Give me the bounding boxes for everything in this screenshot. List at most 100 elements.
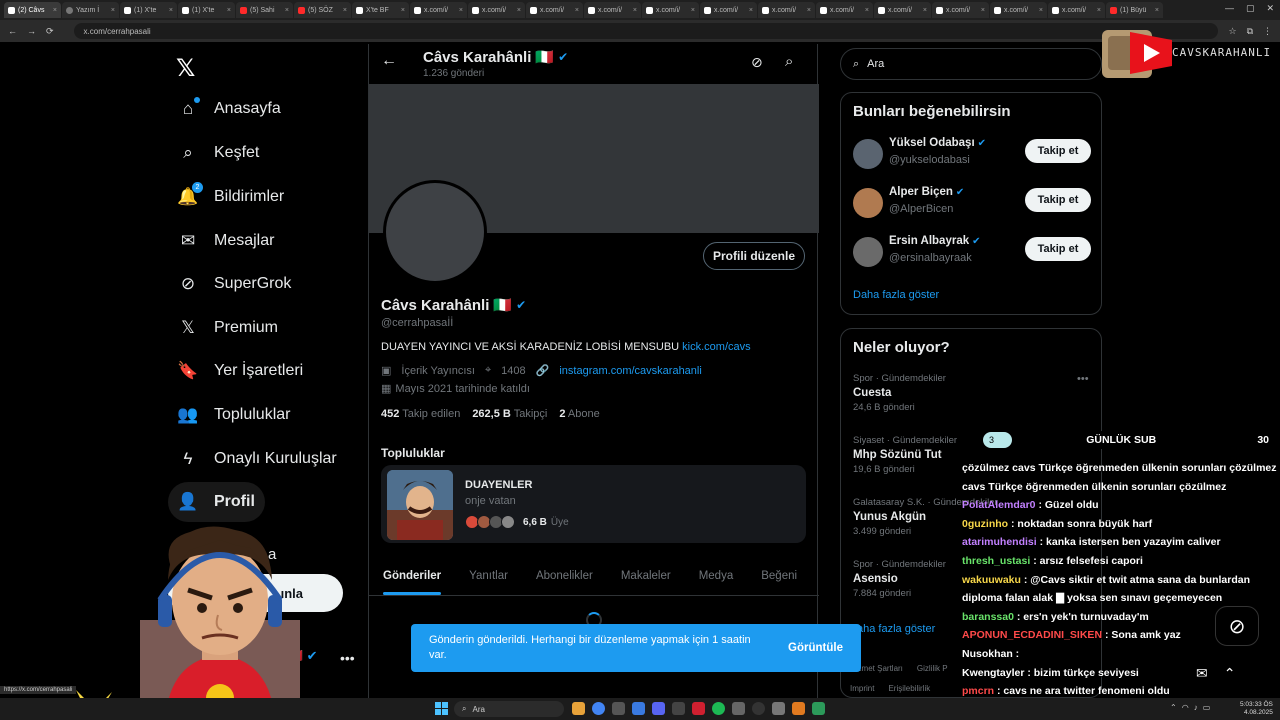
nav-item-supergrok[interactable]: ⊘ SuperGrok: [168, 264, 301, 304]
taskbar-search[interactable]: ⌕ Ara: [454, 701, 564, 717]
nav-item-bookmarks[interactable]: 🔖 Yer İşaretleri: [168, 351, 313, 391]
nav-item-explore[interactable]: ⌕ Keşfet: [168, 133, 269, 173]
tab-close-icon[interactable]: ×: [1155, 7, 1159, 14]
browser-tab[interactable]: (1) Büyü ×: [1106, 2, 1163, 18]
browser-tab[interactable]: (1) X'te ×: [120, 2, 177, 18]
browser-tab[interactable]: x.com/i/ ×: [700, 2, 757, 18]
profile-tab[interactable]: Medya: [685, 556, 748, 595]
app-icon[interactable]: [692, 702, 705, 715]
community-card[interactable]: DUAYENLER onje vatan 6,6 B Üye: [381, 465, 806, 543]
search-input[interactable]: ⌕ Ara: [840, 48, 1102, 80]
profile-tab[interactable]: Yanıtlar: [455, 556, 522, 595]
spotify-icon[interactable]: [712, 702, 725, 715]
taskbar-clock[interactable]: 5:03:33 ÖS 4.08.2025: [1240, 701, 1273, 717]
reload-icon[interactable]: ⟳: [46, 26, 54, 37]
tab-close-icon[interactable]: ×: [169, 7, 173, 14]
tab-close-icon[interactable]: ×: [401, 7, 405, 14]
tab-close-icon[interactable]: ×: [923, 7, 927, 14]
windows-start-icon[interactable]: [435, 702, 448, 715]
forward-nav-icon[interactable]: →: [27, 26, 36, 36]
grok-floating-icon[interactable]: ⊘: [1215, 606, 1259, 646]
tab-close-icon[interactable]: ×: [459, 7, 463, 14]
nav-item-notifications[interactable]: 🔔 2 Bildirimler: [168, 177, 294, 217]
bio-link[interactable]: kick.com/cavs: [682, 341, 750, 353]
search-icon[interactable]: ⌕: [785, 53, 793, 70]
tab-close-icon[interactable]: ×: [633, 7, 637, 14]
toast-view-button[interactable]: Görüntüle: [788, 642, 843, 654]
chrome-icon[interactable]: [592, 702, 605, 715]
wtf-show-more-link[interactable]: Daha fazla göster: [853, 289, 939, 301]
tab-close-icon[interactable]: ×: [1039, 7, 1043, 14]
app-icon[interactable]: [812, 702, 825, 715]
suggested-user[interactable]: Ersin Albayrak ✔ @ersinalbayraak Takip et: [853, 233, 1093, 273]
nav-item-profile[interactable]: 👤 Profil: [168, 482, 265, 522]
following-link[interactable]: 452 Takip edilen: [381, 408, 460, 420]
back-nav-icon[interactable]: ←: [8, 26, 17, 36]
app-icon[interactable]: [612, 702, 625, 715]
trends-show-more-link[interactable]: aha fazla göster: [857, 623, 935, 635]
follow-button[interactable]: Takip et: [1025, 188, 1091, 212]
suggested-user[interactable]: Alper Biçen ✔ @AlperBicen Takip et: [853, 184, 1093, 224]
app-icon[interactable]: [672, 702, 685, 715]
subscribers-link[interactable]: 2 Abone: [559, 408, 599, 420]
tab-close-icon[interactable]: ×: [111, 7, 115, 14]
tab-close-icon[interactable]: ×: [691, 7, 695, 14]
expand-drawer-icon[interactable]: ⌃: [1224, 665, 1236, 682]
browser-tab[interactable]: x.com/i/ ×: [1048, 2, 1105, 18]
browser-tab[interactable]: (1) X'te ×: [178, 2, 235, 18]
app-icon[interactable]: [732, 702, 745, 715]
tab-close-icon[interactable]: ×: [343, 7, 347, 14]
minimize-icon[interactable]: —: [1225, 3, 1234, 14]
nav-item-premium[interactable]: 𝕏 Premium: [168, 308, 288, 348]
new-message-icon[interactable]: ✉: [1196, 665, 1208, 682]
tab-close-icon[interactable]: ×: [1097, 7, 1101, 14]
tray-chevron-icon[interactable]: ⌃: [1170, 703, 1177, 712]
nav-item-verified-orgs[interactable]: ϟ Onaylı Kuruluşlar: [168, 439, 347, 479]
browser-tab[interactable]: (5) Sahi ×: [236, 2, 293, 18]
suggested-user[interactable]: Yüksel Odabaşı ✔ @yukselodabasi Takip et: [853, 135, 1093, 175]
profile-tab[interactable]: Gönderiler: [369, 556, 455, 595]
tab-close-icon[interactable]: ×: [575, 7, 579, 14]
grok-icon[interactable]: ⊘: [751, 54, 763, 71]
profile-tab[interactable]: Makaleler: [607, 556, 685, 595]
battery-icon[interactable]: ▭: [1203, 703, 1211, 712]
footer-link[interactable]: Gizlilik P: [917, 664, 948, 673]
browser-menu-icon[interactable]: ⋮: [1263, 26, 1272, 37]
nav-item-home[interactable]: ⌂ Anasayfa: [168, 89, 291, 129]
browser-tab[interactable]: X'te BF ×: [352, 2, 409, 18]
tab-close-icon[interactable]: ×: [53, 7, 57, 14]
followers-link[interactable]: 262,5 B Takipçi: [472, 408, 547, 420]
extensions-icon[interactable]: ⧉: [1247, 26, 1253, 37]
browser-tab[interactable]: (5) SÖZ ×: [294, 2, 351, 18]
profile-website-link[interactable]: instagram.com/cavskarahanli: [559, 365, 701, 377]
follow-button[interactable]: Takip et: [1025, 237, 1091, 261]
file-explorer-icon[interactable]: [572, 702, 585, 715]
obs-icon[interactable]: [752, 702, 765, 715]
tab-close-icon[interactable]: ×: [227, 7, 231, 14]
nav-item-communities[interactable]: 👥 Topluluklar: [168, 395, 300, 435]
tab-close-icon[interactable]: ×: [749, 7, 753, 14]
browser-tab[interactable]: Yazım İ ×: [62, 2, 119, 18]
browser-tab[interactable]: x.com/i/ ×: [990, 2, 1047, 18]
edge-icon[interactable]: [632, 702, 645, 715]
back-arrow-icon[interactable]: ←: [381, 52, 397, 70]
x-logo-icon[interactable]: 𝕏: [176, 54, 195, 83]
browser-tab[interactable]: x.com/i/ ×: [642, 2, 699, 18]
profile-avatar[interactable]: [383, 180, 487, 284]
verified-badge-icon[interactable]: ✔: [516, 298, 526, 312]
tab-close-icon[interactable]: ×: [285, 7, 289, 14]
profile-tab[interactable]: Abonelikler: [522, 556, 607, 595]
account-more-icon[interactable]: •••: [340, 650, 355, 666]
browser-tab[interactable]: x.com/i/ ×: [932, 2, 989, 18]
close-window-icon[interactable]: ✕: [1266, 3, 1274, 14]
wifi-icon[interactable]: ◠: [1182, 703, 1189, 712]
trend-item[interactable]: Spor · Gündemdekiler Cuesta 24,6 B gönderi: [853, 373, 1093, 413]
browser-tab[interactable]: x.com/i/ ×: [410, 2, 467, 18]
volume-icon[interactable]: ♪: [1194, 703, 1198, 712]
tab-close-icon[interactable]: ×: [865, 7, 869, 14]
browser-tab[interactable]: x.com/i/ ×: [816, 2, 873, 18]
footer-link[interactable]: Imprint: [850, 684, 874, 693]
follow-button[interactable]: Takip et: [1025, 139, 1091, 163]
discord-icon[interactable]: [652, 702, 665, 715]
footer-link[interactable]: Erişilebilirlik: [888, 684, 930, 693]
